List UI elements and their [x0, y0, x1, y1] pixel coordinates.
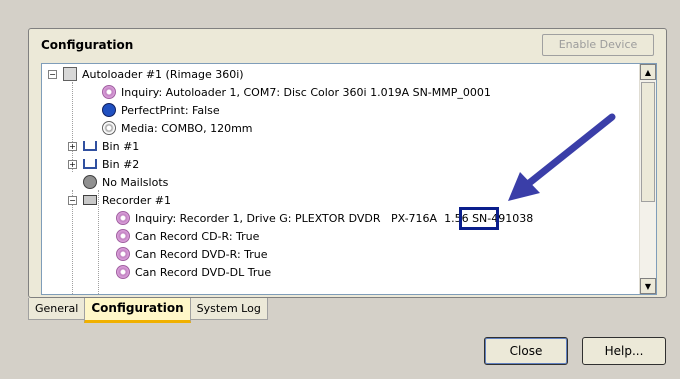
tab-bar: General Configuration System Log	[28, 298, 667, 323]
close-button[interactable]: Close	[484, 337, 568, 365]
tab-general[interactable]: General	[28, 298, 86, 320]
tab-configuration[interactable]: Configuration	[84, 298, 191, 323]
help-button[interactable]: Help...	[582, 337, 666, 365]
configuration-dialog: Configuration Enable Device − Autoloader…	[0, 0, 680, 379]
tab-system-log[interactable]: System Log	[189, 298, 268, 320]
